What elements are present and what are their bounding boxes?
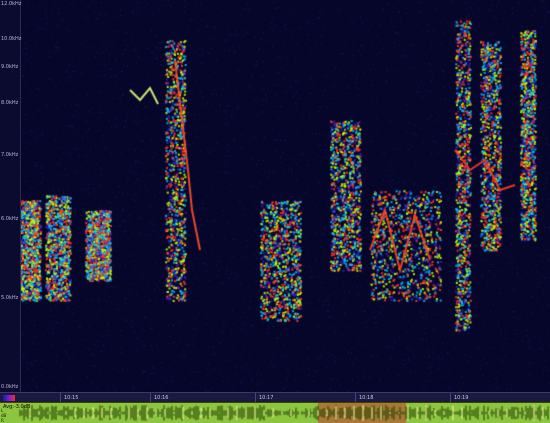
frequency-tick: 7.0kHz [1, 152, 19, 158]
spectrogram-window: 12.0kHz 10.0kHz 9.0kHz 8.0kHz 7.0kHz 6.0… [0, 0, 550, 423]
overview-label: Avg:-3.0dB [3, 404, 31, 410]
time-tick: 10:19 [454, 395, 469, 401]
frequency-tick: 9.0kHz [1, 64, 19, 70]
time-tick: 10:18 [359, 395, 374, 401]
time-tick: 10:15 [64, 395, 79, 401]
frequency-tick: 0.0kHz [1, 384, 19, 390]
frequency-tick: 6.0kHz [1, 216, 19, 222]
channel-label: R [1, 418, 4, 423]
frequency-tick: 5.0kHz [1, 295, 19, 301]
waveform-overview[interactable]: Avg:-3.0dB L dB R [0, 402, 550, 423]
color-palette-swatch[interactable] [3, 395, 15, 401]
spectrogram-canvas[interactable] [0, 0, 550, 392]
frequency-tick: 8.0kHz [1, 100, 19, 106]
frequency-axis: 12.0kHz 10.0kHz 9.0kHz 8.0kHz 7.0kHz 6.0… [0, 0, 21, 392]
time-tick: 10:17 [259, 395, 274, 401]
time-tick: 10:16 [154, 395, 169, 401]
waveform-canvas[interactable] [0, 403, 550, 423]
frequency-tick: 10.0kHz [1, 36, 22, 42]
frequency-tick: 12.0kHz [1, 1, 22, 7]
